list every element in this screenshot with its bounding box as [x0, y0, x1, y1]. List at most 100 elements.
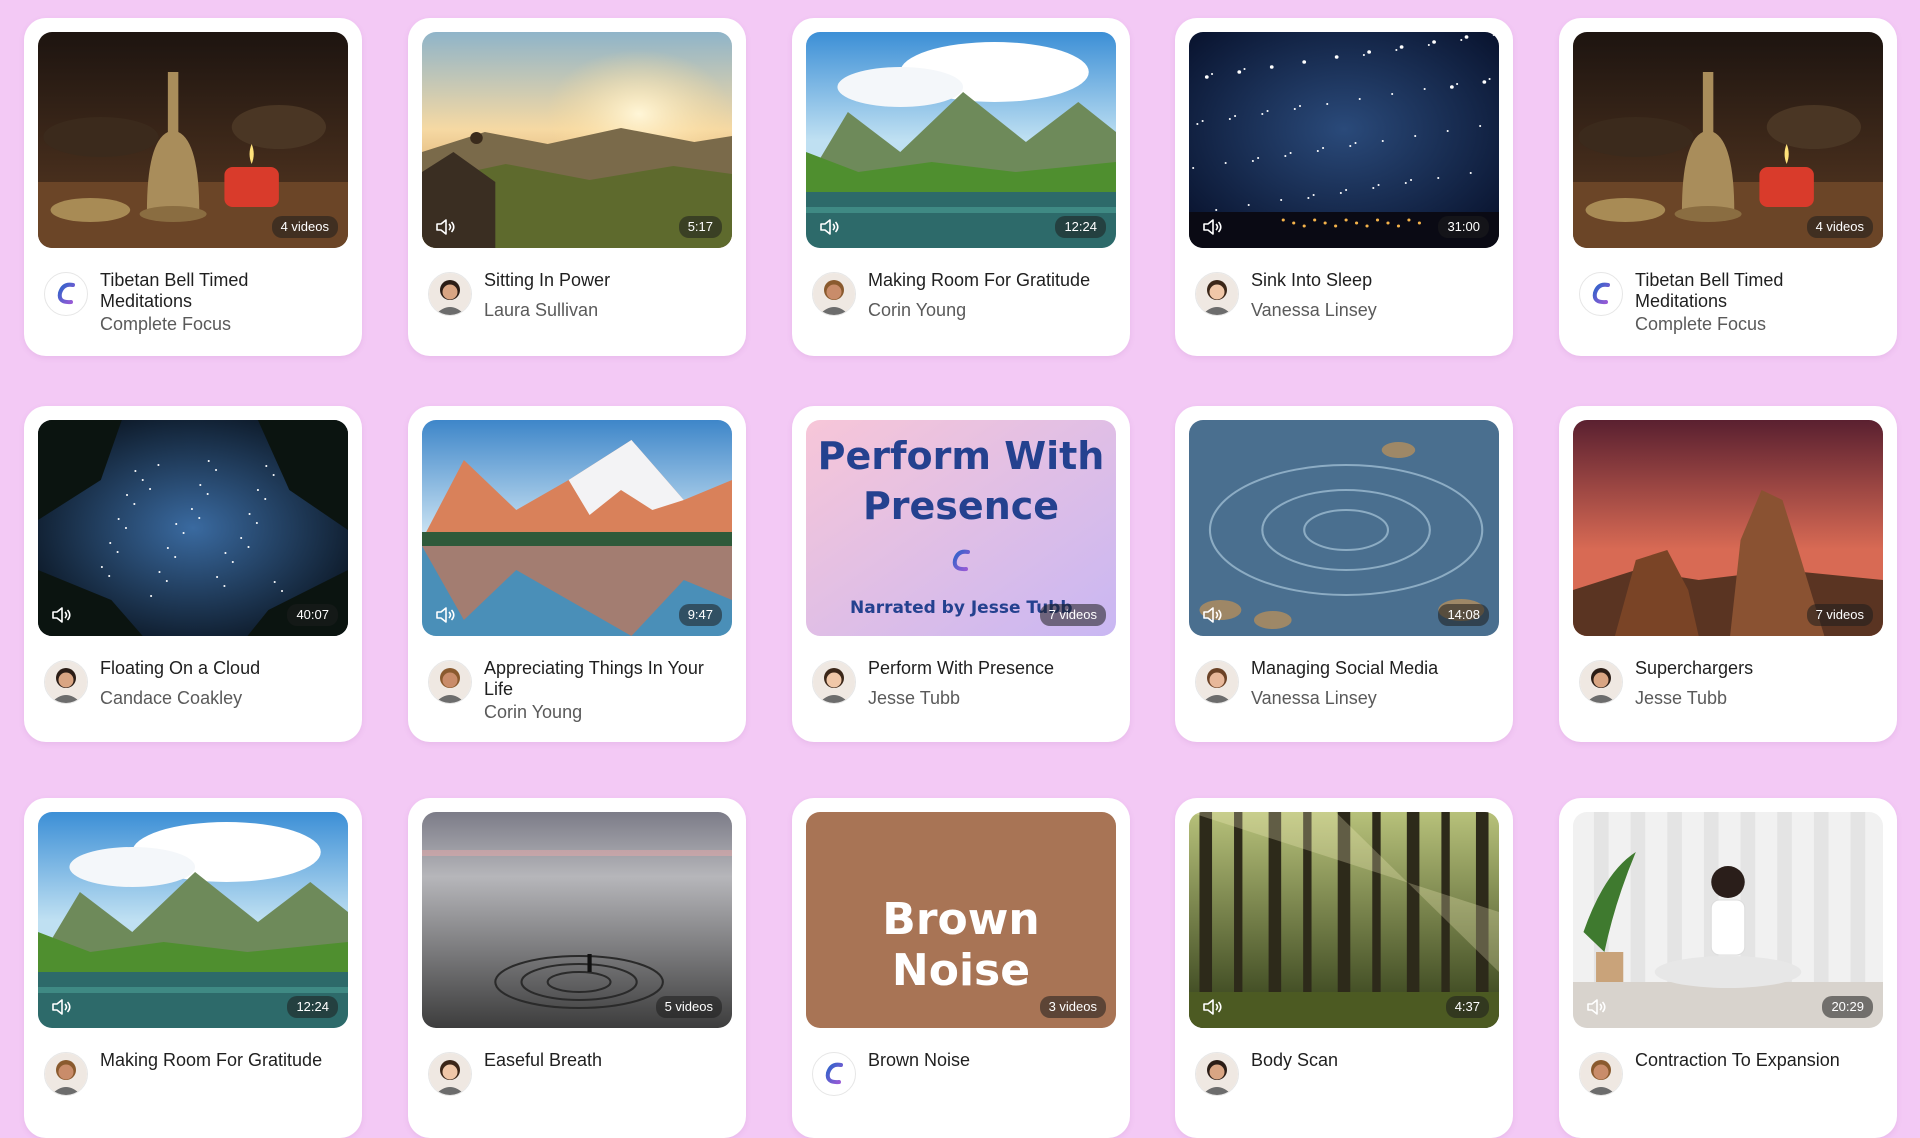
card-title[interactable]: Contraction To Expansion: [1635, 1050, 1879, 1071]
card-author[interactable]: Corin Young: [868, 300, 966, 321]
card-author[interactable]: Candace Coakley: [100, 688, 242, 709]
person-avatar-icon: [429, 1053, 471, 1095]
card-thumbnail[interactable]: 4 videos: [1573, 32, 1883, 248]
person-avatar-icon: [1580, 1053, 1622, 1095]
creator-avatar: [44, 272, 88, 316]
card-thumbnail[interactable]: 12:24: [806, 32, 1116, 248]
card-thumbnail[interactable]: 20:29: [1573, 812, 1883, 1028]
card-author[interactable]: Corin Young: [484, 702, 582, 723]
card-thumbnail[interactable]: 40:07: [38, 420, 348, 636]
speaker-icon[interactable]: [50, 997, 74, 1017]
content-card[interactable]: 4:37 Body Scan: [1175, 798, 1513, 1138]
creator-avatar: [1579, 660, 1623, 704]
brand-logo-icon: [1592, 282, 1610, 305]
duration-badge: 7 videos: [1039, 604, 1106, 626]
card-thumbnail[interactable]: Perform With Presence Narrated by Jesse …: [806, 420, 1116, 636]
card-title[interactable]: Perform With Presence: [868, 658, 1112, 679]
content-card[interactable]: 20:29 Contraction To Expansion: [1559, 798, 1897, 1138]
card-author[interactable]: Jesse Tubb: [868, 688, 960, 709]
person-avatar-icon: [1196, 1053, 1238, 1095]
card-thumbnail[interactable]: 7 videos: [1573, 420, 1883, 636]
content-card[interactable]: 12:24 Making Room For Gratitude Corin Yo…: [792, 18, 1130, 356]
content-card[interactable]: 7 videos Superchargers Jesse Tubb: [1559, 406, 1897, 742]
content-card[interactable]: 4 videos Tibetan Bell Timed Meditations …: [1559, 18, 1897, 356]
speaker-icon[interactable]: [434, 217, 458, 237]
duration-badge: 3 videos: [1039, 996, 1106, 1018]
content-card[interactable]: 31:00 Sink Into Sleep Vanessa Linsey: [1175, 18, 1513, 356]
brand-logo-icon: [825, 1062, 843, 1085]
speaker-icon[interactable]: [1201, 217, 1225, 237]
duration-badge: 40:07: [287, 604, 338, 626]
card-title[interactable]: Easeful Breath: [484, 1050, 728, 1071]
speaker-icon[interactable]: [1201, 605, 1225, 625]
card-thumbnail[interactable]: 5 videos: [422, 812, 732, 1028]
person-avatar-icon: [1196, 661, 1238, 703]
creator-avatar: [428, 660, 472, 704]
card-thumbnail[interactable]: 14:08: [1189, 420, 1499, 636]
card-title[interactable]: Tibetan Bell Timed Meditations: [1635, 270, 1879, 312]
card-author[interactable]: Vanessa Linsey: [1251, 300, 1377, 321]
duration-badge: 7 videos: [1806, 604, 1873, 626]
content-card[interactable]: Perform With Presence Narrated by Jesse …: [792, 406, 1130, 742]
speaker-icon[interactable]: [50, 605, 74, 625]
content-card[interactable]: 4 videos Tibetan Bell Timed Meditations …: [24, 18, 362, 356]
card-title[interactable]: Sitting In Power: [484, 270, 728, 291]
duration-badge: 5 videos: [655, 996, 722, 1018]
duration-badge: 9:47: [678, 604, 722, 626]
person-avatar-icon: [429, 273, 471, 315]
card-title[interactable]: Making Room For Gratitude: [868, 270, 1112, 291]
creator-avatar: [428, 1052, 472, 1096]
person-avatar-icon: [1580, 661, 1622, 703]
card-thumbnail[interactable]: 5:17: [422, 32, 732, 248]
card-title[interactable]: Managing Social Media: [1251, 658, 1495, 679]
creator-avatar: [1579, 272, 1623, 316]
card-title[interactable]: Body Scan: [1251, 1050, 1495, 1071]
card-title[interactable]: Appreciating Things In Your Life: [484, 658, 728, 700]
card-title[interactable]: Brown Noise: [868, 1050, 1112, 1071]
duration-badge: 4 videos: [271, 216, 338, 238]
card-title[interactable]: Floating On a Cloud: [100, 658, 344, 679]
content-card[interactable]: 5:17 Sitting In Power Laura Sullivan: [408, 18, 746, 356]
presence-title-line1: Perform With: [817, 434, 1105, 478]
content-card[interactable]: 5 videos Easeful Breath: [408, 798, 746, 1138]
presence-logo: [806, 540, 1116, 587]
person-avatar-icon: [45, 661, 87, 703]
duration-badge: 12:24: [1055, 216, 1106, 238]
speaker-icon[interactable]: [1585, 997, 1609, 1017]
person-avatar-icon: [813, 273, 855, 315]
creator-avatar: [44, 1052, 88, 1096]
card-title[interactable]: Sink Into Sleep: [1251, 270, 1495, 291]
card-title[interactable]: Making Room For Gratitude: [100, 1050, 344, 1071]
content-card[interactable]: 9:47 Appreciating Things In Your Life Co…: [408, 406, 746, 742]
creator-avatar: [1195, 272, 1239, 316]
content-card[interactable]: 12:24 Making Room For Gratitude: [24, 798, 362, 1138]
duration-badge: 12:24: [287, 996, 338, 1018]
speaker-icon[interactable]: [434, 605, 458, 625]
card-thumbnail[interactable]: 9:47: [422, 420, 732, 636]
card-thumbnail[interactable]: 31:00: [1189, 32, 1499, 248]
card-author[interactable]: Jesse Tubb: [1635, 688, 1727, 709]
card-thumbnail[interactable]: Brown Noise 3 videos: [806, 812, 1116, 1028]
content-card[interactable]: 14:08 Managing Social Media Vanessa Lins…: [1175, 406, 1513, 742]
duration-badge: 20:29: [1822, 996, 1873, 1018]
duration-badge: 5:17: [678, 216, 722, 238]
card-author[interactable]: Laura Sullivan: [484, 300, 598, 321]
duration-badge: 4 videos: [1806, 216, 1873, 238]
card-author[interactable]: Vanessa Linsey: [1251, 688, 1377, 709]
duration-badge: 4:37: [1445, 996, 1489, 1018]
content-card[interactable]: 40:07 Floating On a Cloud Candace Coakle…: [24, 406, 362, 742]
person-avatar-icon: [1196, 273, 1238, 315]
card-title[interactable]: Tibetan Bell Timed Meditations: [100, 270, 344, 312]
card-author[interactable]: Complete Focus: [100, 314, 231, 335]
card-title[interactable]: Superchargers: [1635, 658, 1879, 679]
card-author[interactable]: Complete Focus: [1635, 314, 1766, 335]
creator-avatar: [812, 272, 856, 316]
speaker-icon[interactable]: [818, 217, 842, 237]
card-thumbnail[interactable]: 4 videos: [38, 32, 348, 248]
presence-title-line2: Presence: [862, 484, 1060, 528]
speaker-icon[interactable]: [1201, 997, 1225, 1017]
card-thumbnail[interactable]: 12:24: [38, 812, 348, 1028]
content-card[interactable]: Brown Noise 3 videos Brown Noise: [792, 798, 1130, 1138]
card-thumbnail[interactable]: 4:37: [1189, 812, 1499, 1028]
brand-logo-icon: [952, 549, 970, 572]
